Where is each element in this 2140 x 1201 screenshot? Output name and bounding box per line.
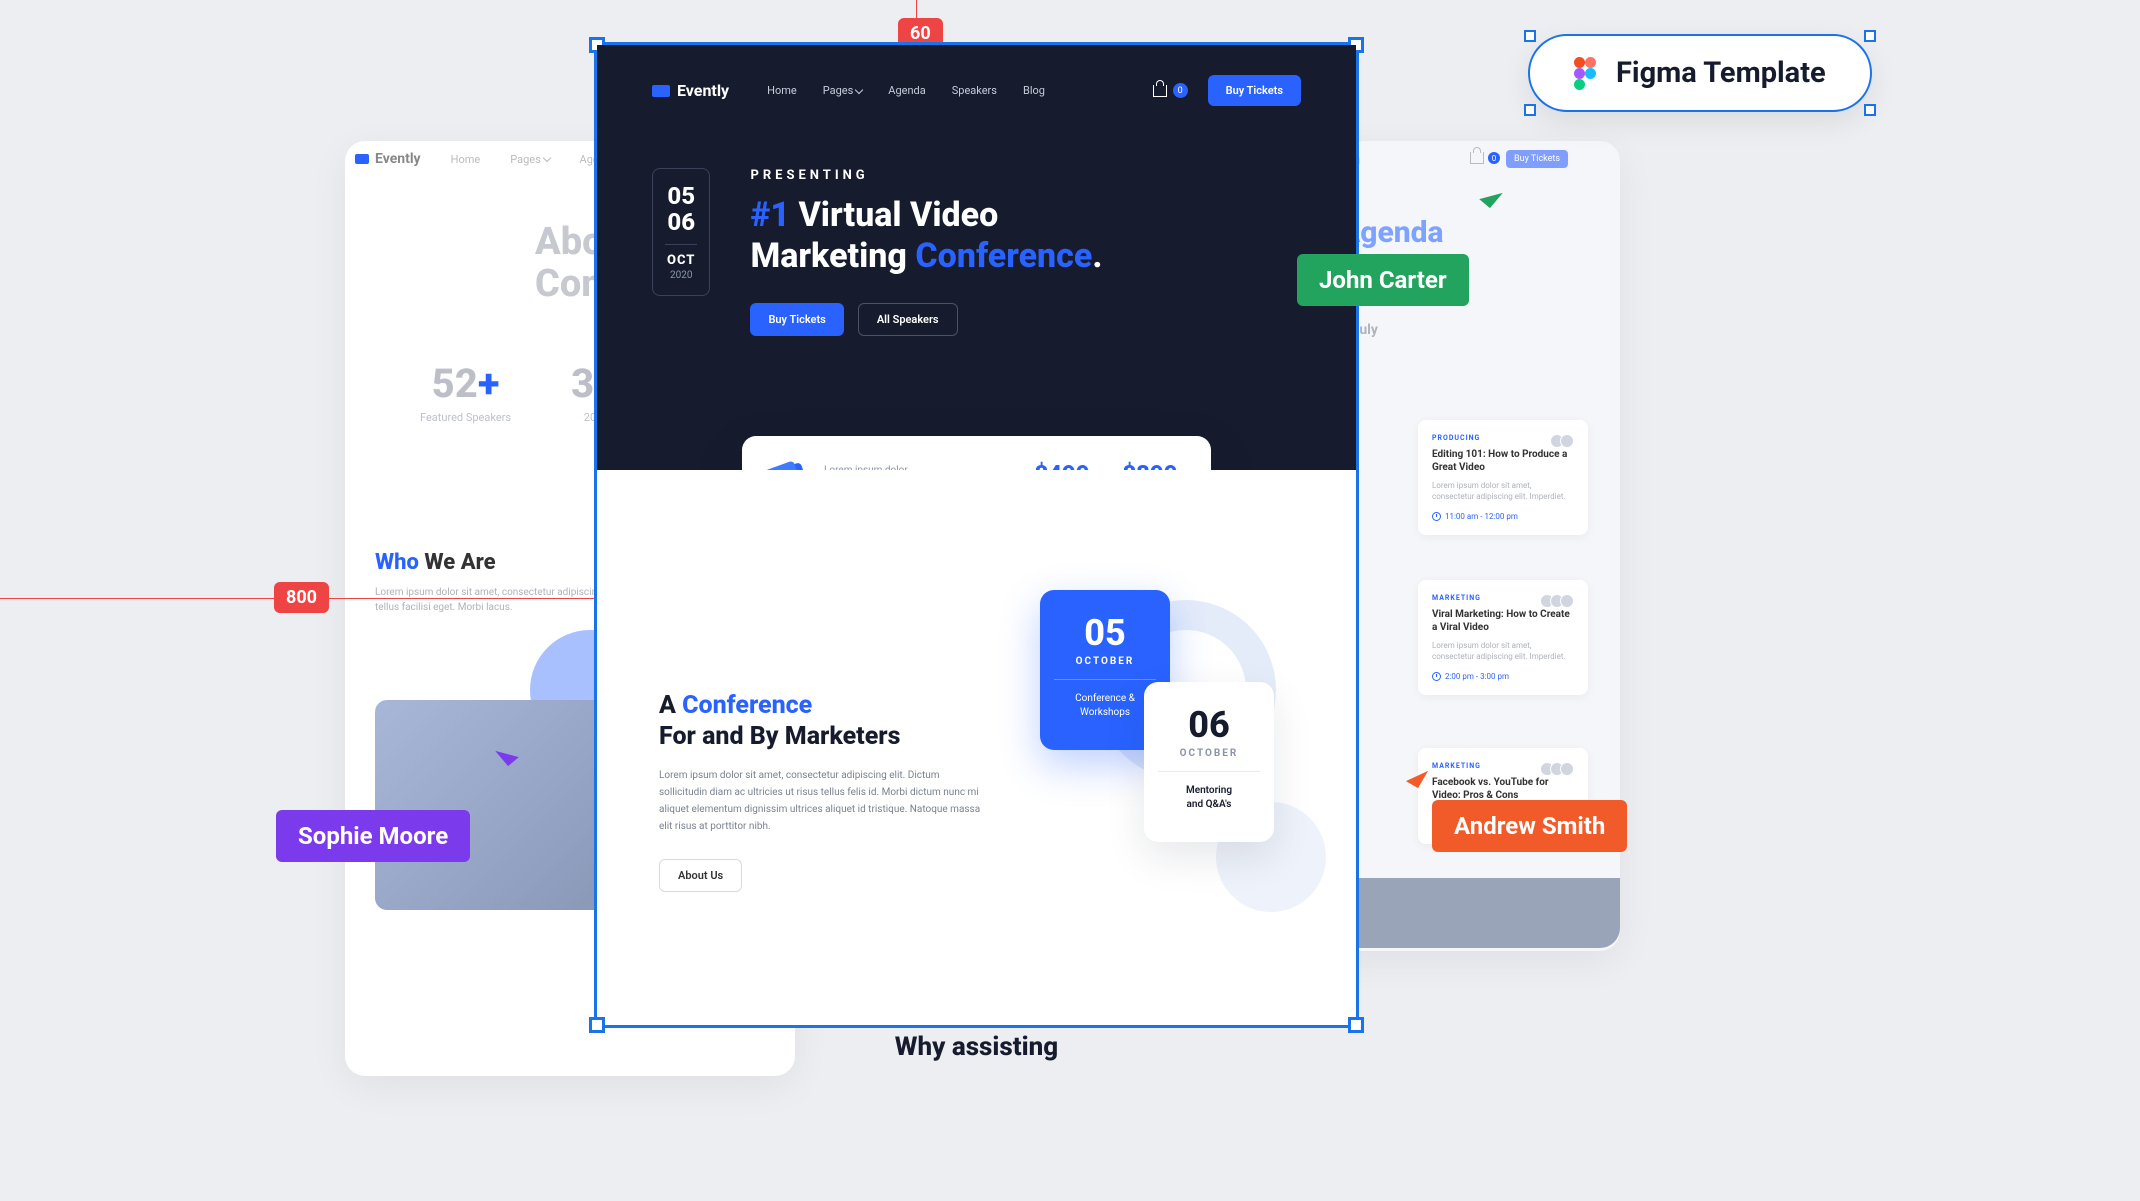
clock-icon — [1432, 512, 1441, 521]
hero-heading: #1 Virtual VideoMarketing Conference. — [750, 195, 1102, 277]
logo-badge-icon — [355, 154, 369, 164]
chevron-down-icon — [542, 153, 550, 161]
nav-pages[interactable]: Pages — [823, 84, 863, 97]
card-title: Editing 101: How to Produce a Great Vide… — [1432, 448, 1574, 474]
selection-handle-br[interactable] — [1348, 1017, 1364, 1033]
card-title: Viral Marketing: How to Create a Viral V… — [1432, 608, 1574, 634]
ticket-sub: Lorem ipsum dolor — [824, 465, 943, 470]
date-day1: 05 — [667, 183, 695, 209]
card-blue-sub: Conference & Workshops — [1054, 692, 1156, 720]
nav-agenda[interactable]: Agenda — [888, 84, 925, 97]
card-white-sub: Mentoringand Q&A's — [1158, 784, 1260, 812]
card-white-day: 06 — [1158, 704, 1260, 746]
date-day2: 06 — [667, 209, 695, 235]
about-us-button[interactable]: About Us — [659, 859, 742, 892]
clock-icon — [1432, 672, 1441, 681]
why-heading: Why assisting — [597, 1032, 1356, 1062]
selection-handle[interactable] — [1864, 104, 1876, 116]
cart-badge: 0 — [1488, 152, 1500, 164]
collaborator-cursor-andrew: Andrew Smith — [1432, 800, 1627, 852]
selected-frame[interactable]: Evently Home Pages Agenda Speakers Blog … — [594, 42, 1359, 1028]
bg-who-heading: Who We Are — [375, 550, 496, 575]
date-card-white: 06 OCTOBER Mentoringand Q&A's — [1144, 682, 1274, 842]
bg-nav-home: Home — [451, 153, 481, 166]
hero-section: Evently Home Pages Agenda Speakers Blog … — [597, 45, 1356, 470]
figma-logo-icon — [1574, 57, 1596, 89]
cart-icon — [1470, 152, 1484, 164]
cart-button[interactable]: 0 — [1153, 83, 1188, 98]
avatar-icon — [1560, 594, 1574, 608]
s2-text: Lorem ipsum dolor sit amet, consectetur … — [659, 767, 989, 835]
cart-icon — [1153, 85, 1167, 97]
nav-home[interactable]: Home — [767, 84, 797, 97]
card-title: Facebook vs. YouTube for Video: Pros & C… — [1432, 776, 1574, 802]
card-time: 2:00 pm - 3:00 pm — [1432, 672, 1574, 681]
nav-speakers[interactable]: Speakers — [952, 84, 997, 97]
bg-card-1: PRODUCING Editing 101: How to Produce a … — [1418, 420, 1588, 535]
card-sub: Lorem ipsum dolor sit amet, consectetur … — [1432, 640, 1574, 662]
avatar-icon — [1560, 762, 1574, 776]
nav-blog[interactable]: Blog — [1023, 84, 1045, 97]
bg-left-logo: Evently — [355, 151, 421, 167]
bg-bottom-bar — [1320, 878, 1620, 948]
selection-handle[interactable] — [1864, 30, 1876, 42]
figma-template-pill[interactable]: Figma Template — [1528, 34, 1872, 112]
stat-speakers: 52+Featured Speakers — [420, 360, 511, 424]
ticket-price-2: $8992 Days - Deluxe — [1119, 460, 1181, 470]
hero-buy-button[interactable]: Buy Tickets — [750, 303, 843, 336]
buy-tickets-button[interactable]: Buy Tickets — [1208, 75, 1301, 106]
card-blue-month: OCTOBER — [1054, 656, 1156, 667]
date-month: OCT — [667, 253, 695, 268]
conference-section: A ConferenceFor and By Marketers Lorem i… — [597, 470, 1356, 932]
bg-right-cart: 0 — [1470, 152, 1500, 164]
card-time: 11:00 am - 12:00 pm — [1432, 512, 1574, 521]
selection-handle-bl[interactable] — [589, 1017, 605, 1033]
figma-pill-label: Figma Template — [1616, 56, 1826, 90]
selection-handle[interactable] — [1524, 30, 1536, 42]
date-box: 05 06 OCT 2020 — [652, 168, 710, 296]
hero-eyebrow: PRESENTING — [750, 168, 1102, 183]
cart-count: 0 — [1173, 83, 1188, 98]
bg-nav-pages: Pages — [510, 153, 549, 166]
bg-left-nav: Evently Home Pages Agenda — [355, 151, 617, 167]
date-year: 2020 — [667, 270, 695, 281]
bg-right-buy: Buy Tickets — [1506, 150, 1568, 168]
chevron-down-icon — [855, 85, 863, 93]
hero-speakers-button[interactable]: All Speakers — [858, 303, 958, 336]
avatar-icon — [1560, 434, 1574, 448]
collaborator-cursor-john: John Carter — [1297, 254, 1469, 306]
card-white-month: OCTOBER — [1158, 748, 1260, 759]
ticket-price-1: $4991 Day - Deluxe — [1033, 460, 1091, 470]
main-nav: Evently Home Pages Agenda Speakers Blog … — [652, 75, 1301, 106]
card-blue-day: 05 — [1054, 612, 1156, 654]
ticket-card[interactable]: Lorem ipsum dolor Early Bird Tickets $49… — [742, 436, 1211, 470]
logo-text: Evently — [677, 81, 729, 100]
card-sub: Lorem ipsum dolor sit amet, consectetur … — [1432, 480, 1574, 502]
ticket-icon — [768, 462, 810, 470]
bg-left-logo-text: Evently — [375, 151, 421, 167]
selection-handle[interactable] — [1524, 104, 1536, 116]
collaborator-cursor-sophie: Sophie Moore — [276, 810, 470, 862]
logo[interactable]: Evently — [652, 81, 729, 100]
measure-badge-800: 800 — [274, 582, 329, 613]
logo-badge-icon — [652, 85, 670, 97]
bg-card-2: MARKETING Viral Marketing: How to Create… — [1418, 580, 1588, 695]
